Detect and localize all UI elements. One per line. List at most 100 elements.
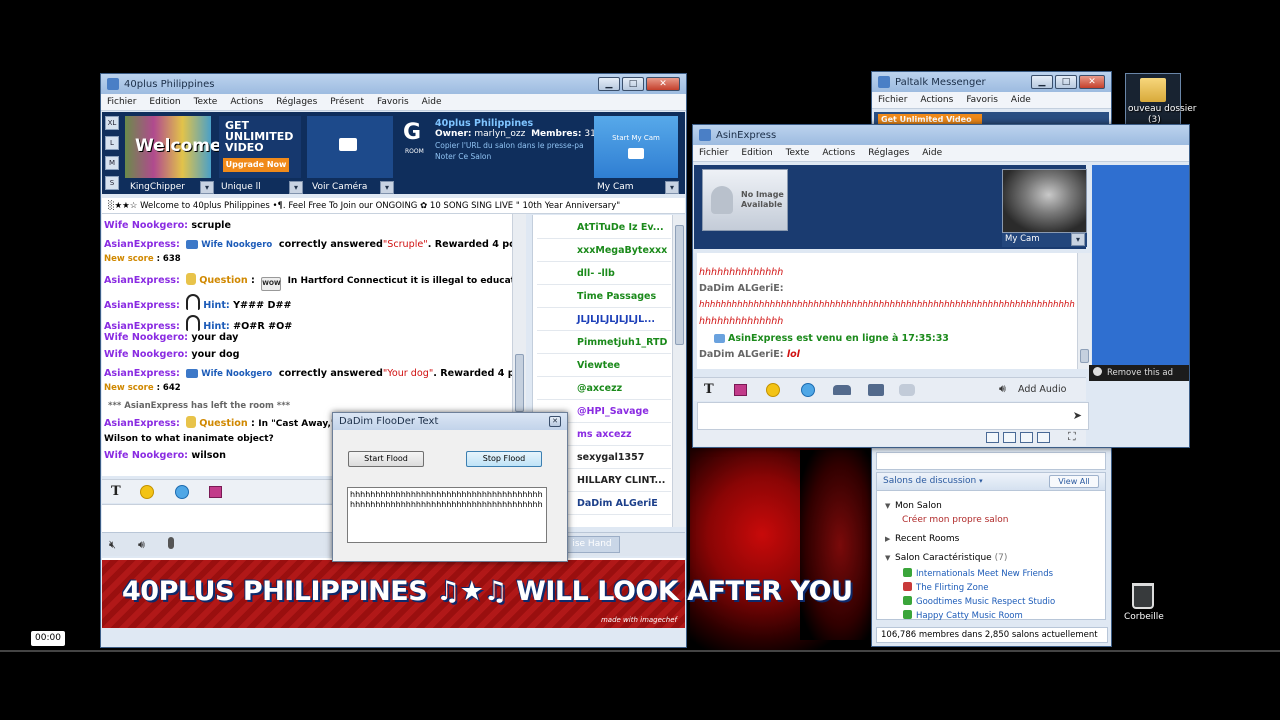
chat-rooms-header[interactable]: Salons de discussion ▾ View All: [877, 473, 1105, 491]
smiley-icon[interactable]: [140, 485, 154, 499]
chevron-down-icon[interactable]: ▾: [665, 180, 679, 194]
layout-split-icon[interactable]: [1003, 432, 1016, 443]
raise-hand-button[interactable]: ise Hand: [564, 536, 620, 553]
chevron-down-icon[interactable]: ▾: [380, 180, 394, 194]
user-list-item[interactable]: AtTiTuDe Iz Ev...: [537, 217, 671, 239]
menu-favoris[interactable]: Favoris: [966, 95, 998, 105]
rate-room-link[interactable]: Noter Ce Salon: [435, 152, 491, 161]
volume-icon[interactable]: 🔊︎: [138, 538, 145, 552]
voir-camera-tile[interactable]: [307, 116, 393, 178]
minimize-button[interactable]: ▁: [1031, 75, 1053, 89]
messenger-titlebar[interactable]: Paltalk Messenger ▁ □ ✕: [872, 72, 1111, 92]
chevron-down-icon[interactable]: ▾: [200, 180, 214, 194]
user-list-scrollbar-thumb[interactable]: [675, 225, 684, 345]
menu-present[interactable]: Présent: [330, 97, 364, 107]
menu-reglages[interactable]: Réglages: [276, 97, 317, 107]
my-cam-thumbnail[interactable]: [1002, 169, 1087, 233]
menu-aide[interactable]: Aide: [1011, 95, 1031, 105]
menu-fichier[interactable]: Fichier: [107, 97, 136, 107]
size-m-button[interactable]: M: [105, 156, 119, 170]
desktop-folder[interactable]: ouveau dossier (3): [1125, 73, 1197, 125]
room-list-item[interactable]: Happy Catty Music Room: [903, 610, 1023, 621]
text-format-icon[interactable]: T: [111, 484, 121, 499]
close-button[interactable]: ✕: [1079, 75, 1105, 89]
im-scrollbar[interactable]: [1077, 253, 1091, 369]
menu-reglages[interactable]: Réglages: [868, 148, 909, 158]
contact-card-icon[interactable]: [868, 384, 884, 396]
im-titlebar[interactable]: AsinExpress: [693, 125, 1189, 145]
messenger-search-box[interactable]: [876, 452, 1106, 470]
im-scrollbar-thumb[interactable]: [1080, 349, 1089, 363]
globe-icon[interactable]: [801, 383, 815, 397]
mute-speaker-icon[interactable]: 🔇︎: [109, 538, 116, 552]
stop-flood-button[interactable]: Stop Flood: [466, 451, 542, 467]
menu-edition[interactable]: Edition: [741, 148, 772, 158]
close-button[interactable]: ✕: [646, 77, 680, 91]
menu-favoris[interactable]: Favoris: [377, 97, 409, 107]
room-list-item[interactable]: Goodtimes Music Respect Studio: [903, 596, 1055, 607]
recent-rooms-group[interactable]: ▶ Recent Rooms: [885, 534, 959, 544]
size-xl-button[interactable]: XL: [105, 116, 119, 130]
users-icon[interactable]: [833, 385, 851, 395]
im-message-input[interactable]: ➤: [697, 402, 1089, 430]
user-list-item[interactable]: xxxMegaBytexxx: [537, 240, 671, 262]
room-titlebar[interactable]: 40plus Philippines ▁ □ ✕: [101, 74, 686, 94]
start-my-cam-button[interactable]: Start My Cam: [594, 116, 678, 178]
layout-stack-icon[interactable]: [1020, 432, 1033, 443]
layout-full-icon[interactable]: [1037, 432, 1050, 443]
menu-fichier[interactable]: Fichier: [878, 95, 907, 105]
user-list-item[interactable]: Pimmetjuh1_RTD: [537, 332, 671, 354]
room-list-item[interactable]: The Flirting Zone: [903, 582, 988, 593]
add-audio-button[interactable]: Add Audio: [1018, 384, 1066, 395]
recycle-bin-icon[interactable]: [1132, 583, 1154, 609]
flooder-titlebar[interactable]: DaDim FlooDer Text ✕: [333, 413, 567, 430]
start-flood-button[interactable]: Start Flood: [348, 451, 424, 467]
user-list-item[interactable]: JLJLJLJLJLJLJL...: [537, 309, 671, 331]
playback-progress-bar[interactable]: [0, 650, 1280, 652]
menu-aide[interactable]: Aide: [422, 97, 442, 107]
chat-scrollbar-thumb[interactable]: [515, 354, 524, 412]
menu-edition[interactable]: Edition: [149, 97, 180, 107]
maximize-button[interactable]: □: [622, 77, 644, 91]
flood-text-area[interactable]: hhhhhhhhhhhhhhhhhhhhhhhhhhhhhhhhhhhhhhhh…: [347, 487, 547, 543]
menu-actions[interactable]: Actions: [822, 148, 855, 158]
user-list-item[interactable]: dll- -llb: [537, 263, 671, 285]
upgrade-now-button[interactable]: Upgrade Now: [223, 158, 289, 172]
gift-icon[interactable]: [209, 486, 222, 498]
add-user-icon[interactable]: [899, 384, 915, 396]
chevron-down-icon[interactable]: ▾: [1071, 233, 1085, 246]
smiley-icon[interactable]: [766, 383, 780, 397]
menu-fichier[interactable]: Fichier: [699, 148, 728, 158]
menu-actions[interactable]: Actions: [230, 97, 263, 107]
microphone-icon[interactable]: [168, 537, 174, 549]
flooder-close-button[interactable]: ✕: [549, 416, 561, 427]
cam-tile-kingchipper[interactable]: Welcome: [125, 116, 222, 178]
size-s-button[interactable]: S: [105, 176, 119, 190]
user-list-item[interactable]: @axcezz: [537, 378, 671, 400]
text-format-icon[interactable]: T: [704, 382, 714, 397]
mon-salon-group[interactable]: ▼ Mon Salon: [885, 501, 942, 511]
menu-aide[interactable]: Aide: [922, 148, 942, 158]
create-room-link[interactable]: Créer mon propre salon: [902, 515, 1009, 525]
menu-texte[interactable]: Texte: [786, 148, 810, 158]
minimize-button[interactable]: ▁: [598, 77, 620, 91]
globe-icon[interactable]: [175, 485, 189, 499]
gift-icon[interactable]: [734, 384, 747, 396]
user-list-scrollbar[interactable]: [672, 215, 686, 527]
room-list-item[interactable]: Internationals Meet New Friends: [903, 568, 1053, 579]
user-list-item[interactable]: Time Passages: [537, 286, 671, 308]
menu-actions[interactable]: Actions: [920, 95, 953, 105]
user-list-item[interactable]: Viewtee: [537, 355, 671, 377]
fullscreen-icon[interactable]: ⛶: [1068, 430, 1076, 444]
remove-ad-link[interactable]: Remove this ad: [1089, 365, 1189, 381]
unlimited-video-tile[interactable]: GET UNLIMITED VIDEO Upgrade Now: [219, 116, 301, 178]
layout-single-icon[interactable]: [986, 432, 999, 443]
maximize-button[interactable]: □: [1055, 75, 1077, 89]
copy-room-url-link[interactable]: Copier l'URL du salon dans le presse-pa: [435, 141, 584, 150]
chevron-down-icon[interactable]: ▾: [289, 180, 303, 194]
send-arrow-icon[interactable]: ➤: [1073, 409, 1082, 422]
menu-texte[interactable]: Texte: [194, 97, 218, 107]
size-l-button[interactable]: L: [105, 136, 119, 150]
featured-rooms-group[interactable]: ▼ Salon Caractéristique (7): [885, 553, 1007, 563]
view-all-button[interactable]: View All: [1049, 475, 1099, 488]
